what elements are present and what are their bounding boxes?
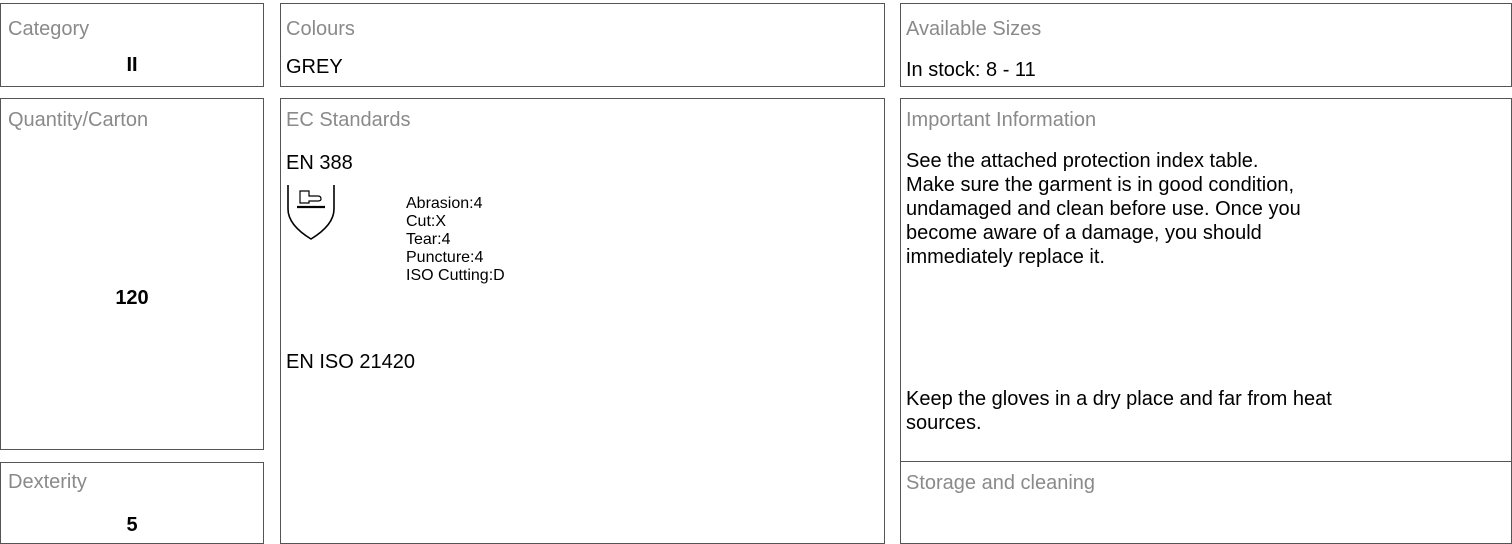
standards-box: EC Standards EN 388 Abrasion:4 Cut:X Tea… (280, 98, 885, 544)
rating-cut: Cut:X (406, 213, 447, 230)
en388-title: EN 388 (286, 152, 353, 174)
important-box: Important Information See the attached p… (900, 98, 1512, 462)
standards-label: EC Standards (286, 109, 411, 131)
rating-abrasion: Abrasion:4 (406, 195, 483, 212)
important-line: undamaged and clean before use. Once you (906, 198, 1301, 220)
important-line: become aware of a damage, you should (906, 222, 1262, 244)
important-line: See the attached protection index table. (906, 150, 1259, 172)
storage-line: Keep the gloves in a dry place and far f… (906, 388, 1332, 410)
colours-label: Colours (286, 18, 355, 40)
rating-tear: Tear:4 (406, 231, 451, 248)
important-line: immediately replace it. (906, 246, 1105, 268)
quantity-value: 120 (115, 287, 149, 309)
dexterity-label: Dexterity (8, 471, 87, 493)
storage-box: Storage and cleaning (900, 461, 1512, 544)
storage-label: Storage and cleaning (906, 472, 1096, 494)
storage-text: Keep the gloves in a dry place and far f… (906, 387, 1332, 435)
category-value: II (126, 54, 138, 76)
colours-box: Colours GREY (280, 3, 885, 87)
rating-puncture: Puncture:4 (406, 249, 484, 266)
colours-value: GREY (286, 56, 343, 78)
important-line: Make sure the garment is in good conditi… (906, 174, 1294, 196)
sizes-value: In stock: 8 - 11 (906, 59, 1036, 81)
en388-ratings: Abrasion:4 Cut:X Tear:4 Puncture:4 ISO C… (406, 195, 505, 285)
dexterity-box: Dexterity 5 (0, 462, 264, 544)
sizes-label: Available Sizes (906, 18, 1042, 40)
rating-iso-cutting: ISO Cutting:D (406, 267, 505, 284)
important-text: See the attached protection index table.… (906, 149, 1301, 269)
important-label: Important Information (906, 109, 1097, 131)
quantity-box: Quantity/Carton 120 (0, 98, 264, 450)
storage-line: sources. (906, 412, 982, 434)
sizes-box: Available Sizes In stock: 8 - 11 (900, 3, 1512, 87)
quantity-label: Quantity/Carton (8, 109, 149, 131)
dexterity-value: 5 (126, 514, 138, 536)
category-label: Category (8, 18, 90, 40)
glove-shield-icon (285, 183, 337, 243)
en21420-title: EN ISO 21420 (286, 351, 415, 373)
category-box: Category II (0, 3, 264, 87)
